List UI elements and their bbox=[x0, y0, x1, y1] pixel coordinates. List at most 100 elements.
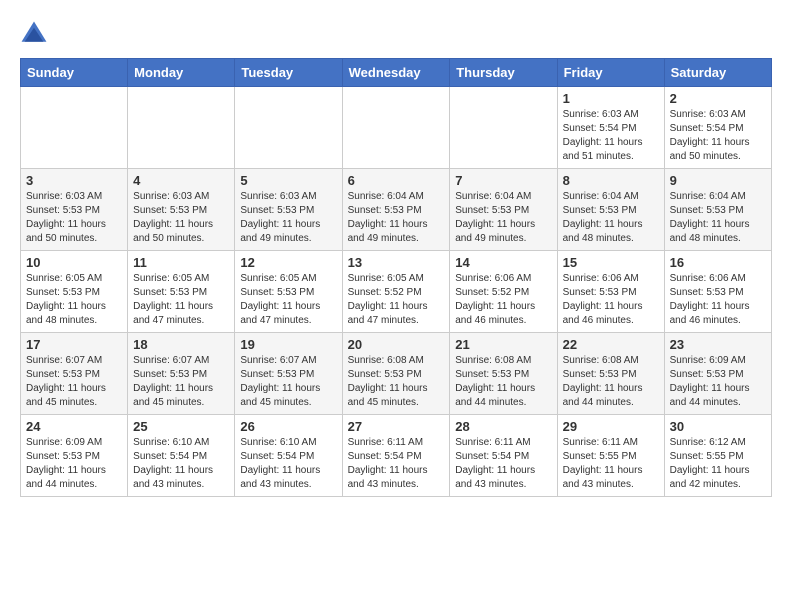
calendar-cell-w2-d1: 4 Sunrise: 6:03 AM Sunset: 5:53 PM Daylig… bbox=[128, 169, 235, 251]
header-wednesday: Wednesday bbox=[342, 59, 450, 87]
day-info: Sunrise: 6:04 AM Sunset: 5:53 PM Dayligh… bbox=[670, 190, 766, 246]
day-number: 7 bbox=[455, 173, 551, 188]
calendar-cell-w1-d6: 2 Sunrise: 6:03 AM Sunset: 5:54 PM Daylig… bbox=[664, 87, 771, 169]
calendar-header-row: SundayMondayTuesdayWednesdayThursdayFrid… bbox=[21, 59, 772, 87]
calendar-week-2: 3 Sunrise: 6:03 AM Sunset: 5:53 PM Daylig… bbox=[21, 169, 772, 251]
day-number: 12 bbox=[240, 255, 336, 270]
logo bbox=[20, 20, 52, 48]
day-info: Sunrise: 6:03 AM Sunset: 5:53 PM Dayligh… bbox=[133, 190, 229, 246]
day-number: 26 bbox=[240, 419, 336, 434]
day-number: 15 bbox=[563, 255, 659, 270]
day-info: Sunrise: 6:03 AM Sunset: 5:54 PM Dayligh… bbox=[563, 108, 659, 164]
calendar-cell-w2-d5: 8Sunrise: 6:04 AM Sunset: 5:53 PM Daylig… bbox=[557, 169, 664, 251]
day-info: Sunrise: 6:05 AM Sunset: 5:53 PM Dayligh… bbox=[240, 272, 336, 328]
calendar-cell-w5-d2: 26 Sunrise: 6:10 AM Sunset: 5:54 PM Dayli… bbox=[235, 415, 342, 497]
day-info: Sunrise: 6:10 AM Sunset: 5:54 PM Dayligh… bbox=[240, 436, 336, 492]
day-number: 30 bbox=[670, 419, 766, 434]
calendar-cell-w2-d2: 5 Sunrise: 6:03 AM Sunset: 5:53 PM Daylig… bbox=[235, 169, 342, 251]
page-header bbox=[20, 20, 772, 48]
day-info: Sunrise: 6:05 AM Sunset: 5:53 PM Dayligh… bbox=[26, 272, 122, 328]
header-saturday: Saturday bbox=[664, 59, 771, 87]
day-number: 14 bbox=[455, 255, 551, 270]
calendar-cell-w3-d3: 13Sunrise: 6:05 AM Sunset: 5:52 PM Dayli… bbox=[342, 251, 450, 333]
day-info: Sunrise: 6:11 AM Sunset: 5:55 PM Dayligh… bbox=[563, 436, 659, 492]
day-number: 19 bbox=[240, 337, 336, 352]
calendar-cell-w4-d4: 21Sunrise: 6:08 AM Sunset: 5:53 PM Dayli… bbox=[450, 333, 557, 415]
calendar-cell-w1-d4 bbox=[450, 87, 557, 169]
calendar-cell-w5-d5: 29 Sunrise: 6:11 AM Sunset: 5:55 PM Dayli… bbox=[557, 415, 664, 497]
calendar-cell-w5-d3: 27 Sunrise: 6:11 AM Sunset: 5:54 PM Dayli… bbox=[342, 415, 450, 497]
day-info: Sunrise: 6:10 AM Sunset: 5:54 PM Dayligh… bbox=[133, 436, 229, 492]
calendar-cell-w4-d5: 22 Sunrise: 6:08 AM Sunset: 5:53 PM Dayli… bbox=[557, 333, 664, 415]
day-info: Sunrise: 6:11 AM Sunset: 5:54 PM Dayligh… bbox=[348, 436, 445, 492]
day-info: Sunrise: 6:04 AM Sunset: 5:53 PM Dayligh… bbox=[348, 190, 445, 246]
day-info: Sunrise: 6:07 AM Sunset: 5:53 PM Dayligh… bbox=[133, 354, 229, 410]
header-tuesday: Tuesday bbox=[235, 59, 342, 87]
calendar-week-5: 24 Sunrise: 6:09 AM Sunset: 5:53 PM Dayli… bbox=[21, 415, 772, 497]
calendar-cell-w3-d4: 14 Sunrise: 6:06 AM Sunset: 5:52 PM Dayli… bbox=[450, 251, 557, 333]
calendar-cell-w4-d3: 20 Sunrise: 6:08 AM Sunset: 5:53 PM Dayli… bbox=[342, 333, 450, 415]
day-number: 4 bbox=[133, 173, 229, 188]
header-thursday: Thursday bbox=[450, 59, 557, 87]
calendar-cell-w1-d2 bbox=[235, 87, 342, 169]
day-number: 29 bbox=[563, 419, 659, 434]
day-info: Sunrise: 6:06 AM Sunset: 5:52 PM Dayligh… bbox=[455, 272, 551, 328]
day-number: 23 bbox=[670, 337, 766, 352]
day-number: 16 bbox=[670, 255, 766, 270]
day-number: 22 bbox=[563, 337, 659, 352]
day-number: 6 bbox=[348, 173, 445, 188]
calendar-week-1: 1 Sunrise: 6:03 AM Sunset: 5:54 PM Daylig… bbox=[21, 87, 772, 169]
calendar-cell-w3-d6: 16 Sunrise: 6:06 AM Sunset: 5:53 PM Dayli… bbox=[664, 251, 771, 333]
day-info: Sunrise: 6:08 AM Sunset: 5:53 PM Dayligh… bbox=[455, 354, 551, 410]
calendar-cell-w1-d1 bbox=[128, 87, 235, 169]
day-number: 2 bbox=[670, 91, 766, 106]
day-info: Sunrise: 6:12 AM Sunset: 5:55 PM Dayligh… bbox=[670, 436, 766, 492]
day-number: 17 bbox=[26, 337, 122, 352]
calendar-cell-w4-d0: 17Sunrise: 6:07 AM Sunset: 5:53 PM Dayli… bbox=[21, 333, 128, 415]
day-info: Sunrise: 6:09 AM Sunset: 5:53 PM Dayligh… bbox=[26, 436, 122, 492]
day-number: 20 bbox=[348, 337, 445, 352]
calendar-cell-w5-d0: 24 Sunrise: 6:09 AM Sunset: 5:53 PM Dayli… bbox=[21, 415, 128, 497]
day-info: Sunrise: 6:08 AM Sunset: 5:53 PM Dayligh… bbox=[563, 354, 659, 410]
header-monday: Monday bbox=[128, 59, 235, 87]
calendar-cell-w1-d0 bbox=[21, 87, 128, 169]
day-number: 11 bbox=[133, 255, 229, 270]
day-number: 1 bbox=[563, 91, 659, 106]
day-info: Sunrise: 6:03 AM Sunset: 5:54 PM Dayligh… bbox=[670, 108, 766, 164]
calendar-cell-w4-d6: 23 Sunrise: 6:09 AM Sunset: 5:53 PM Dayli… bbox=[664, 333, 771, 415]
calendar-cell-w5-d1: 25Sunrise: 6:10 AM Sunset: 5:54 PM Dayli… bbox=[128, 415, 235, 497]
calendar-cell-w5-d4: 28Sunrise: 6:11 AM Sunset: 5:54 PM Dayli… bbox=[450, 415, 557, 497]
day-info: Sunrise: 6:05 AM Sunset: 5:52 PM Dayligh… bbox=[348, 272, 445, 328]
header-friday: Friday bbox=[557, 59, 664, 87]
day-number: 5 bbox=[240, 173, 336, 188]
calendar-table: SundayMondayTuesdayWednesdayThursdayFrid… bbox=[20, 58, 772, 497]
day-number: 18 bbox=[133, 337, 229, 352]
calendar-cell-w1-d5: 1 Sunrise: 6:03 AM Sunset: 5:54 PM Daylig… bbox=[557, 87, 664, 169]
day-info: Sunrise: 6:08 AM Sunset: 5:53 PM Dayligh… bbox=[348, 354, 445, 410]
day-info: Sunrise: 6:04 AM Sunset: 5:53 PM Dayligh… bbox=[455, 190, 551, 246]
day-info: Sunrise: 6:09 AM Sunset: 5:53 PM Dayligh… bbox=[670, 354, 766, 410]
day-number: 3 bbox=[26, 173, 122, 188]
day-number: 8 bbox=[563, 173, 659, 188]
calendar-cell-w2-d0: 3 Sunrise: 6:03 AM Sunset: 5:53 PM Daylig… bbox=[21, 169, 128, 251]
day-info: Sunrise: 6:03 AM Sunset: 5:53 PM Dayligh… bbox=[26, 190, 122, 246]
calendar-cell-w3-d5: 15Sunrise: 6:06 AM Sunset: 5:53 PM Dayli… bbox=[557, 251, 664, 333]
calendar-cell-w4-d2: 19Sunrise: 6:07 AM Sunset: 5:53 PM Dayli… bbox=[235, 333, 342, 415]
day-info: Sunrise: 6:06 AM Sunset: 5:53 PM Dayligh… bbox=[670, 272, 766, 328]
day-number: 27 bbox=[348, 419, 445, 434]
day-info: Sunrise: 6:11 AM Sunset: 5:54 PM Dayligh… bbox=[455, 436, 551, 492]
calendar-cell-w3-d1: 11 Sunrise: 6:05 AM Sunset: 5:53 PM Dayli… bbox=[128, 251, 235, 333]
day-number: 9 bbox=[670, 173, 766, 188]
header-sunday: Sunday bbox=[21, 59, 128, 87]
day-info: Sunrise: 6:05 AM Sunset: 5:53 PM Dayligh… bbox=[133, 272, 229, 328]
calendar-cell-w1-d3 bbox=[342, 87, 450, 169]
calendar-cell-w2-d6: 9 Sunrise: 6:04 AM Sunset: 5:53 PM Daylig… bbox=[664, 169, 771, 251]
calendar-cell-w3-d2: 12 Sunrise: 6:05 AM Sunset: 5:53 PM Dayli… bbox=[235, 251, 342, 333]
calendar-cell-w4-d1: 18 Sunrise: 6:07 AM Sunset: 5:53 PM Dayli… bbox=[128, 333, 235, 415]
day-number: 24 bbox=[26, 419, 122, 434]
day-info: Sunrise: 6:03 AM Sunset: 5:53 PM Dayligh… bbox=[240, 190, 336, 246]
calendar-week-4: 17 Sunrise: 6:07 AM Sunset: 5:53 PM Dayli… bbox=[21, 333, 772, 415]
calendar-cell-w2-d4: 7 Sunrise: 6:04 AM Sunset: 5:53 PM Daylig… bbox=[450, 169, 557, 251]
calendar-week-3: 10Sunrise: 6:05 AM Sunset: 5:53 PM Dayli… bbox=[21, 251, 772, 333]
logo-icon bbox=[20, 20, 48, 48]
